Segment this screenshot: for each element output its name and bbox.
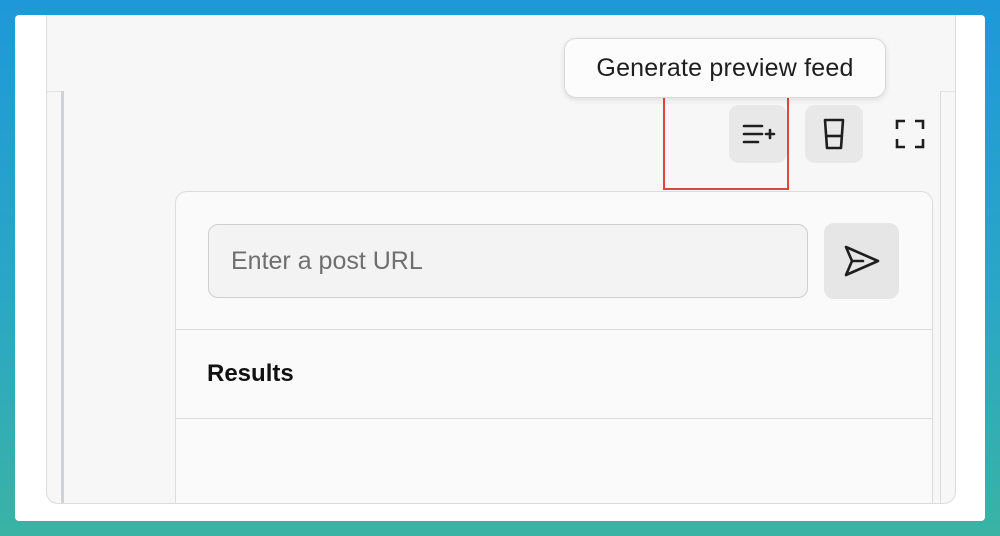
tooltip: Generate preview feed [564,38,886,98]
divider [176,418,932,419]
send-button[interactable] [824,223,899,299]
results-heading: Results [207,360,294,387]
send-icon [844,245,879,277]
tooltip-text: Generate preview feed [596,53,854,82]
fullscreen-icon [895,119,925,149]
screenshot-frame: Results Generate preview feed [15,15,985,521]
fullscreen-button[interactable] [881,105,939,163]
divider [176,329,932,330]
post-url-card: Results [175,191,933,503]
cup-icon [823,118,845,150]
post-url-input[interactable] [208,224,808,298]
generate-preview-feed-button[interactable] [729,105,787,163]
cup-button[interactable] [805,105,863,163]
list-add-icon [742,124,776,144]
